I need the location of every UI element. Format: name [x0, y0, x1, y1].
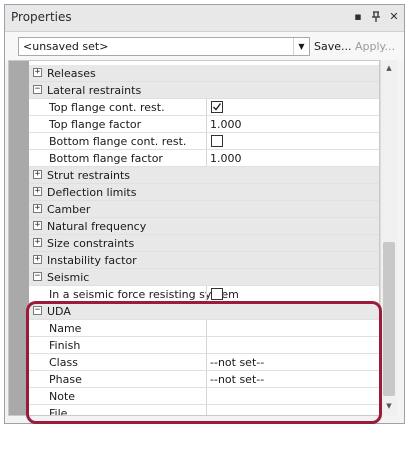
expand-icon[interactable]: + [33, 170, 42, 179]
property-checkbox[interactable] [211, 101, 223, 113]
expand-icon[interactable]: + [33, 187, 42, 196]
property-row-finish[interactable]: Finish [29, 337, 379, 354]
category-camber[interactable]: + Camber [29, 201, 379, 218]
apply-button[interactable]: Apply... [355, 40, 395, 53]
scrollbar-thumb[interactable] [383, 242, 395, 396]
property-set-value: <unsaved set> [23, 40, 109, 53]
column-divider[interactable] [206, 286, 207, 302]
category-deflection-limits[interactable]: + Deflection limits [29, 184, 379, 201]
category-label: Strut restraints [47, 169, 131, 182]
panel-titlebar: Properties ▪ ✕ [5, 5, 404, 32]
property-value[interactable]: --not set-- [210, 373, 264, 386]
panel-title: Properties [11, 10, 72, 24]
expand-icon[interactable]: + [33, 238, 42, 247]
column-divider[interactable] [206, 320, 207, 336]
chevron-down-icon[interactable]: ▼ [293, 38, 309, 55]
category-label: Natural frequency [47, 220, 147, 233]
category-label: Instability factor [47, 254, 137, 267]
column-divider[interactable] [206, 150, 207, 166]
property-label: Note [49, 390, 76, 403]
category-label: Deflection limits [47, 186, 137, 199]
property-row-top-flange-cont-rest[interactable]: Top flange cont. rest. [29, 99, 379, 116]
category-seismic[interactable]: − Seismic [29, 269, 379, 286]
category-label: Size constraints [47, 237, 135, 250]
scroll-down-icon[interactable]: ▼ [384, 402, 394, 412]
property-value[interactable]: 1.000 [210, 152, 242, 165]
property-row-class[interactable]: Class --not set-- [29, 354, 379, 371]
property-label: Top flange cont. rest. [49, 101, 165, 114]
property-label: File [49, 407, 68, 416]
property-row-phase[interactable]: Phase --not set-- [29, 371, 379, 388]
category-label: Camber [47, 203, 91, 216]
expand-icon[interactable]: + [33, 204, 42, 213]
category-label: UDA [47, 305, 71, 318]
property-grid: + Releases − Lateral restraints Top flange c… [8, 60, 380, 416]
property-row-file[interactable]: File [29, 405, 379, 416]
property-checkbox[interactable] [211, 135, 223, 147]
property-row-in-a-seismic-force-resisting-system[interactable]: In a seismic force resisting system [29, 286, 379, 303]
property-row-name[interactable]: Name [29, 320, 379, 337]
grid-gutter [9, 61, 29, 415]
category-releases[interactable]: + Releases [29, 65, 379, 82]
property-label: Bottom flange cont. rest. [49, 135, 187, 148]
column-divider[interactable] [206, 405, 207, 415]
pin-icon[interactable] [369, 10, 383, 24]
property-label: Finish [49, 339, 81, 352]
scroll-up-icon[interactable]: ▲ [384, 64, 394, 74]
properties-toolbar: <unsaved set> ▼ Save... Apply... [5, 32, 404, 62]
property-label: Top flange factor [49, 118, 142, 131]
category-label: Lateral restraints [47, 84, 142, 97]
property-row-bottom-flange-cont-rest[interactable]: Bottom flange cont. rest. [29, 133, 379, 150]
expand-icon[interactable]: + [33, 255, 42, 264]
property-set-dropdown[interactable]: <unsaved set> ▼ [18, 37, 310, 56]
category-strut-restraints[interactable]: + Strut restraints [29, 167, 379, 184]
save-button[interactable]: Save... [314, 40, 352, 53]
column-divider[interactable] [206, 99, 207, 115]
property-label: Phase [49, 373, 82, 386]
column-divider[interactable] [206, 371, 207, 387]
property-label: Name [49, 322, 82, 335]
column-divider[interactable] [206, 116, 207, 132]
window-position-icon[interactable]: ▪ [351, 10, 365, 24]
column-divider[interactable] [206, 354, 207, 370]
category-natural-frequency[interactable]: + Natural frequency [29, 218, 379, 235]
checkmark-icon [213, 103, 222, 111]
category-uda[interactable]: − UDA [29, 303, 379, 320]
expand-icon[interactable]: + [33, 68, 42, 77]
property-row-top-flange-factor[interactable]: Top flange factor 1.000 [29, 116, 379, 133]
category-lateral-restraints[interactable]: − Lateral restraints [29, 82, 379, 99]
property-row-note[interactable]: Note [29, 388, 379, 405]
category-size-constraints[interactable]: + Size constraints [29, 235, 379, 252]
category-label: Seismic [47, 271, 90, 284]
property-label: Bottom flange factor [49, 152, 163, 165]
category-label: Releases [47, 67, 96, 80]
category-instability-factor[interactable]: + Instability factor [29, 252, 379, 269]
property-value[interactable]: --not set-- [210, 356, 264, 369]
column-divider[interactable] [206, 337, 207, 353]
expand-icon[interactable]: + [33, 221, 42, 230]
vertical-scrollbar[interactable]: ▲ ▼ [380, 60, 397, 416]
collapse-icon[interactable]: − [33, 306, 42, 315]
property-label: Class [49, 356, 78, 369]
property-checkbox[interactable] [211, 288, 223, 300]
column-divider[interactable] [206, 388, 207, 404]
close-icon[interactable]: ✕ [387, 10, 401, 24]
collapse-icon[interactable]: − [33, 85, 42, 94]
property-row-bottom-flange-factor[interactable]: Bottom flange factor 1.000 [29, 150, 379, 167]
column-divider[interactable] [206, 133, 207, 149]
property-value[interactable]: 1.000 [210, 118, 242, 131]
collapse-icon[interactable]: − [33, 272, 42, 281]
